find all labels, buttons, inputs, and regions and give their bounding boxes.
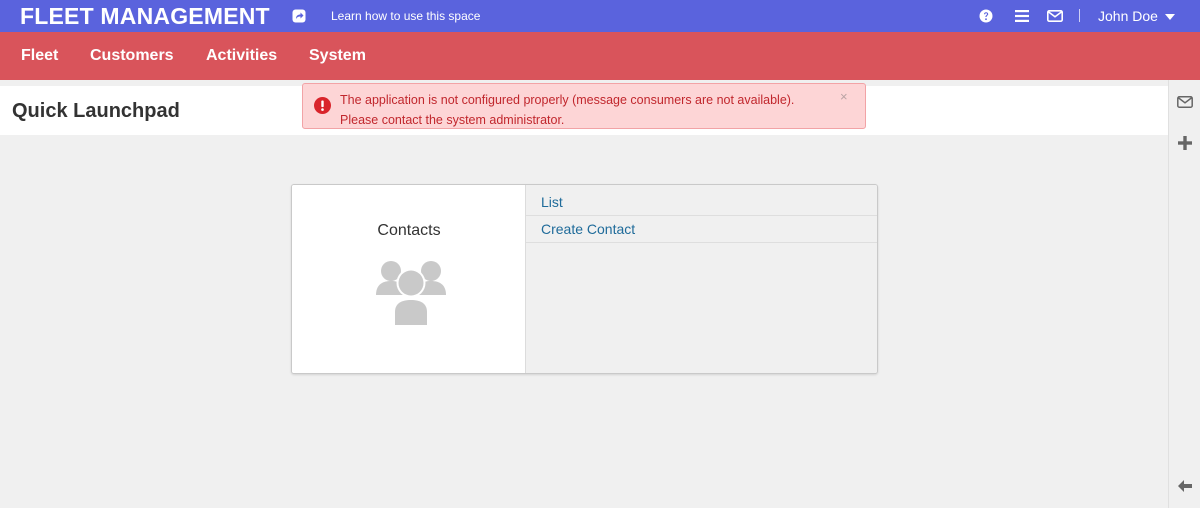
page-title: Quick Launchpad: [12, 100, 180, 122]
nav-item-activities[interactable]: Activities: [206, 47, 277, 65]
main-nav: Fleet Customers Activities System: [0, 32, 1200, 80]
error-alert: The application is not configured proper…: [302, 83, 866, 129]
launchpad-card-contacts: Contacts List Create Contact: [291, 184, 878, 374]
top-bar: FLEET MANAGEMENT Learn how to use this s…: [0, 0, 1200, 32]
caret-down-icon[interactable]: [1165, 14, 1175, 20]
app-brand[interactable]: FLEET MANAGEMENT: [20, 3, 270, 30]
mail-icon[interactable]: [1177, 96, 1193, 108]
user-menu[interactable]: John Doe: [1098, 8, 1158, 24]
alert-close-button[interactable]: ×: [840, 89, 848, 104]
share-icon[interactable]: [292, 9, 306, 23]
card-links: List Create Contact: [526, 185, 877, 373]
link-list[interactable]: List: [526, 189, 877, 216]
link-list-label: List: [541, 194, 563, 210]
nav-item-customers[interactable]: Customers: [90, 47, 174, 65]
right-sidebar: [1168, 80, 1200, 508]
link-create-contact-label: Create Contact: [541, 221, 636, 237]
menu-icon[interactable]: [1015, 10, 1029, 22]
mail-icon[interactable]: [1047, 10, 1063, 22]
help-icon[interactable]: [979, 9, 993, 23]
alert-line-1: The application is not configured proper…: [340, 93, 795, 107]
nav-item-system[interactable]: System: [309, 47, 366, 65]
users-icon: [376, 261, 446, 325]
arrow-left-icon[interactable]: [1178, 480, 1192, 492]
card-summary[interactable]: Contacts: [292, 185, 526, 373]
link-create-contact[interactable]: Create Contact: [526, 216, 877, 243]
topbar-divider: [1079, 9, 1080, 22]
alert-line-2: Please contact the system administrator.: [340, 113, 565, 127]
plus-icon[interactable]: [1178, 136, 1192, 150]
learn-link[interactable]: Learn how to use this space: [331, 9, 480, 23]
alert-message: The application is not configured proper…: [340, 90, 830, 130]
nav-item-fleet[interactable]: Fleet: [21, 47, 58, 65]
card-title: Contacts: [377, 222, 441, 239]
exclamation-circle-icon: [314, 97, 331, 114]
